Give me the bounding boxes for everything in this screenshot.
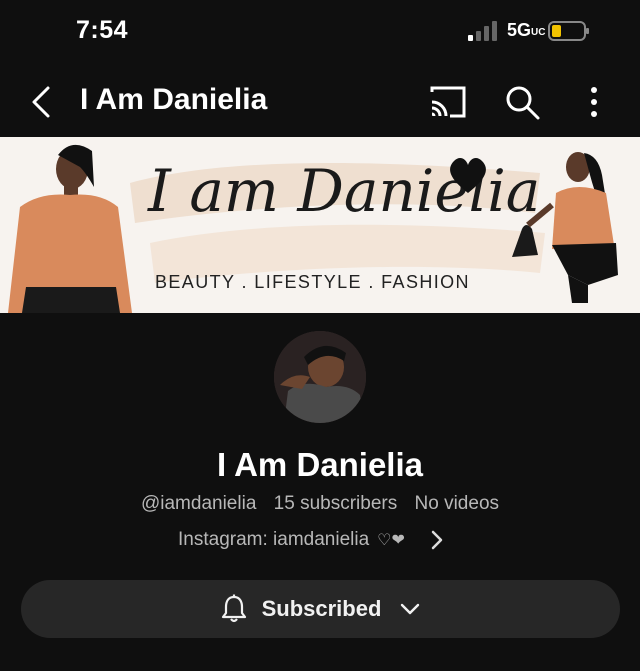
status-time: 7:54 bbox=[76, 16, 129, 44]
page-title: I Am Danielia bbox=[80, 83, 268, 116]
subscribed-button[interactable]: Subscribed bbox=[21, 580, 620, 638]
video-count: No videos bbox=[414, 493, 500, 514]
heart-icon bbox=[450, 158, 486, 193]
cast-icon[interactable] bbox=[428, 84, 468, 120]
avatar-photo bbox=[274, 331, 366, 423]
channel-handle: @iamdanielia bbox=[140, 493, 257, 514]
channel-meta: @iamdanielia 15 subscribers No videos bbox=[0, 493, 640, 515]
banner-tagline: BEAUTY . LIFESTYLE . FASHION bbox=[155, 272, 470, 292]
app-bar: I Am Danielia bbox=[0, 70, 640, 134]
person-left-image bbox=[8, 144, 132, 313]
instagram-link[interactable]: Instagram: iamdanielia bbox=[178, 529, 369, 551]
hearts-emoji: ♡❤ bbox=[377, 532, 405, 549]
person-right-image bbox=[512, 152, 618, 303]
subscriber-count: 15 subscribers bbox=[273, 493, 398, 514]
chevron-right-icon[interactable] bbox=[427, 528, 447, 552]
bell-icon bbox=[221, 594, 246, 623]
subscribed-label: Subscribed bbox=[261, 596, 382, 621]
channel-banner: I am Danielia BEAUTY . LIFESTYLE . FASHI… bbox=[0, 137, 640, 313]
chevron-down-icon bbox=[401, 603, 420, 615]
status-bar: 7:54 5GUC bbox=[0, 0, 640, 64]
back-arrow-icon[interactable] bbox=[24, 82, 64, 122]
channel-name: I Am Danielia bbox=[216, 446, 423, 483]
channel-avatar[interactable] bbox=[274, 331, 366, 423]
channel-links[interactable]: Instagram: iamdanielia ♡❤ bbox=[178, 526, 447, 554]
search-icon[interactable] bbox=[502, 82, 542, 122]
battery-icon bbox=[548, 21, 589, 41]
signal-icon bbox=[468, 21, 497, 41]
more-vert-icon[interactable] bbox=[578, 82, 610, 122]
network-type: 5GUC bbox=[507, 20, 546, 40]
